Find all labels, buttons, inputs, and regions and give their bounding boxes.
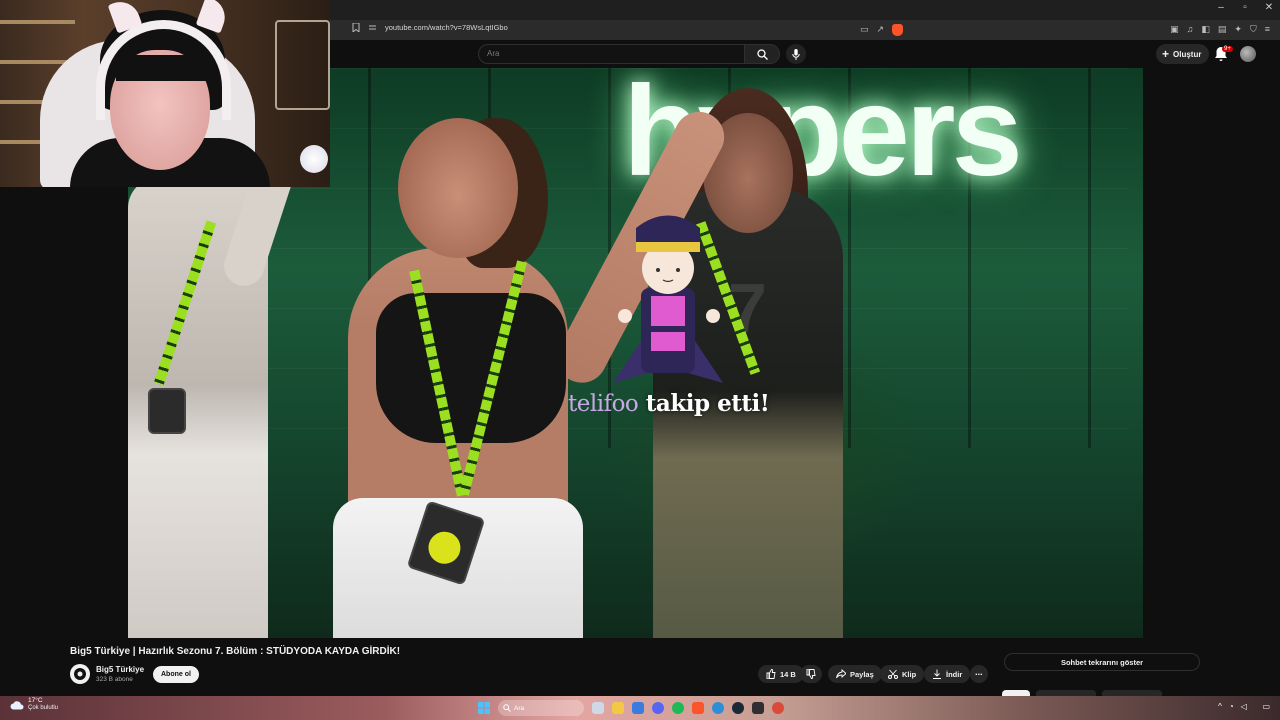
thumbs-down-icon	[806, 669, 816, 679]
site-settings-icon[interactable]	[368, 23, 377, 32]
maximize-button[interactable]: ▫	[1240, 2, 1250, 13]
windows-taskbar: 17°C Çok bulutlu Ara ^ ◔ ◁ ▭	[0, 696, 1280, 720]
share-label: Paylaş	[850, 669, 874, 679]
weather-widget[interactable]: 17°C Çok bulutlu	[10, 697, 59, 711]
webcam-overlay	[0, 0, 330, 187]
plus-icon: +	[1162, 47, 1170, 61]
desk-lamp	[300, 145, 328, 173]
taskbar-search[interactable]: Ara	[498, 700, 584, 716]
more-actions-button[interactable]: ⋯	[970, 665, 988, 683]
clip-label: Klip	[902, 669, 917, 679]
wallet-icon[interactable]: ▤	[1218, 24, 1227, 35]
scissors-icon	[888, 669, 898, 679]
weather-description: Çok bulutlu	[28, 704, 59, 711]
menu-icon[interactable]: ≡	[1265, 24, 1270, 35]
share-icon	[836, 669, 846, 679]
badge-left	[148, 388, 186, 434]
search-box[interactable]: Ara	[478, 44, 746, 64]
tab-icon[interactable]: ▣	[1170, 24, 1179, 35]
clock[interactable]	[1254, 700, 1256, 712]
store-icon[interactable]	[632, 702, 644, 714]
follow-alert-username: telifoo	[568, 391, 639, 417]
share-page-icon[interactable]: ↗	[877, 24, 885, 36]
app-icon[interactable]	[772, 702, 784, 714]
brave-browser-icon[interactable]	[692, 702, 704, 714]
edge-icon[interactable]	[712, 702, 724, 714]
url-field[interactable]: youtube.com/watch?v=78WsLqtIGbo	[385, 23, 508, 32]
download-button[interactable]: İndir	[924, 665, 971, 683]
sidebar-icon[interactable]: ◧	[1201, 24, 1210, 35]
like-count: 14 B	[780, 669, 796, 679]
create-label: Oluştur	[1173, 49, 1202, 59]
system-tray: ^ ◔ ◁ ▭	[1218, 700, 1270, 712]
channel-avatar[interactable]	[70, 664, 90, 684]
chevron-up-icon[interactable]: ^	[1218, 702, 1222, 711]
bookmark-icon[interactable]	[352, 23, 360, 32]
taskbar-search-icon	[503, 704, 511, 712]
file-explorer-icon[interactable]	[612, 702, 624, 714]
download-arrow-icon	[933, 669, 941, 679]
discord-icon[interactable]	[652, 702, 664, 714]
taskbar-apps: Ara	[478, 700, 784, 716]
windows-start-icon[interactable]	[478, 702, 490, 714]
notification-center-icon[interactable]: ▭	[1262, 702, 1270, 711]
wall-frame	[275, 20, 330, 110]
reader-mode-icon[interactable]: ▭	[860, 24, 869, 36]
channel-name[interactable]: Big5 Türkiye	[96, 665, 144, 674]
clock-date	[1254, 706, 1256, 712]
search-input[interactable]: Ara	[487, 49, 499, 58]
search-icon	[756, 48, 768, 60]
task-view-icon[interactable]	[592, 702, 604, 714]
account-avatar[interactable]	[1240, 46, 1256, 62]
shield-icon[interactable]: ⛉	[1250, 24, 1257, 35]
dislike-button[interactable]	[800, 665, 822, 683]
shelf	[0, 20, 75, 24]
window-controls: – ▫ ✕	[1216, 2, 1274, 13]
show-chat-replay-button[interactable]: Sohbet tekrarını göster	[1004, 653, 1200, 671]
network-icon[interactable]: ◔	[1229, 702, 1234, 711]
follow-alert-message: takip etti!	[645, 390, 770, 417]
badge-center-logo	[424, 527, 465, 568]
taskbar-search-label: Ara	[514, 704, 525, 712]
search-button[interactable]	[744, 44, 780, 64]
minimize-button[interactable]: –	[1216, 2, 1226, 13]
video-title: Big5 Türkiye | Hazırlık Sezonu 7. Bölüm …	[70, 646, 401, 657]
download-label: İndir	[946, 669, 963, 679]
address-bar: youtube.com/watch?v=78WsLqtIGbo ▭ ↗ ▣ ♫ …	[330, 20, 1280, 40]
like-button[interactable]: 14 B	[758, 665, 804, 683]
browser-titlebar: – ▫ ✕	[330, 0, 1280, 20]
microphone-icon	[792, 48, 800, 60]
music-icon[interactable]: ♫	[1187, 24, 1194, 35]
follow-alert: telifoo takip etti!	[568, 390, 770, 417]
notification-badge: 9+	[1222, 46, 1233, 52]
spotify-icon[interactable]	[672, 702, 684, 714]
volume-icon[interactable]: ◁	[1241, 702, 1247, 711]
subscribe-button[interactable]: Abone ol	[153, 666, 199, 683]
more-dots-icon: ⋯	[975, 669, 983, 679]
cloud-icon	[10, 700, 24, 710]
create-button[interactable]: + Oluştur	[1156, 44, 1210, 64]
steam-icon[interactable]	[732, 702, 744, 714]
extensions-icon[interactable]: ✦	[1234, 24, 1242, 35]
brave-shields-icon[interactable]	[892, 24, 904, 36]
dancer-center-top	[376, 293, 566, 443]
share-button[interactable]: Paylaş	[828, 665, 882, 683]
subscriber-count: 323 B abone	[96, 676, 133, 683]
channel-logo-icon	[74, 668, 86, 680]
youtube-header: Ara + Oluştur 9+	[330, 40, 1280, 68]
thumbs-up-icon	[766, 669, 776, 679]
clip-button[interactable]: Klip	[880, 665, 925, 683]
voice-search-button[interactable]	[786, 44, 806, 64]
close-window-button[interactable]: ✕	[1264, 2, 1274, 13]
weather-temperature: 17°C	[28, 697, 43, 704]
alert-character-icon	[613, 215, 723, 383]
obs-icon[interactable]	[752, 702, 764, 714]
dancer-center-head	[398, 118, 518, 258]
